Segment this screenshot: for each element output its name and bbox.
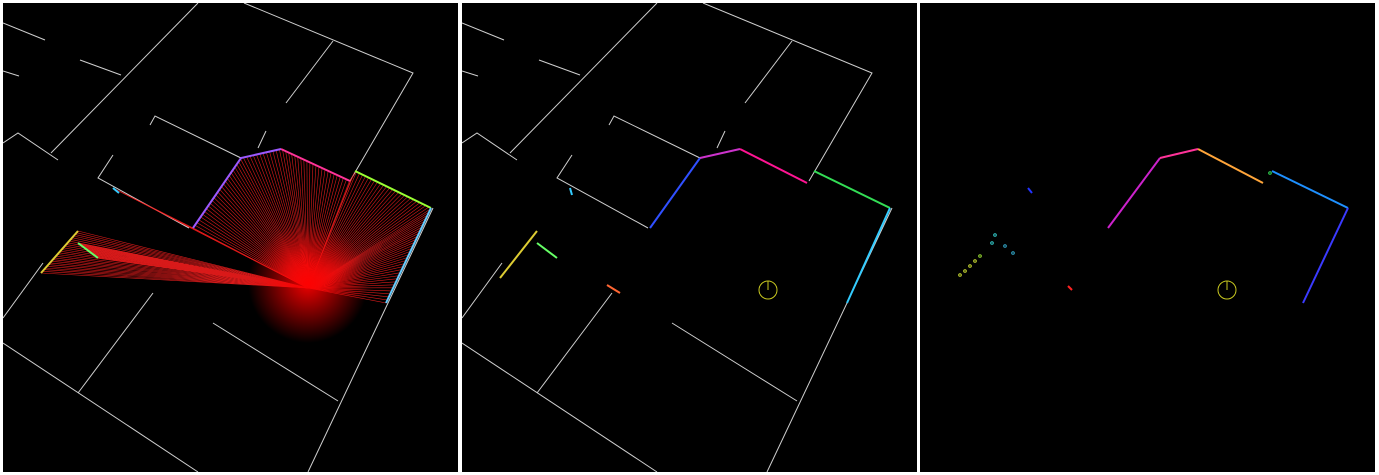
map-wall [3, 70, 20, 77]
map-wall [671, 322, 798, 402]
scan-point [990, 241, 994, 245]
map-wall [509, 3, 658, 154]
scan-point [1003, 244, 1007, 248]
scan-segments-map-panel [462, 3, 917, 472]
scan-segment [846, 207, 891, 304]
map-wall [257, 130, 267, 149]
scan-segment [606, 284, 621, 294]
scan-point [958, 273, 962, 277]
scan-point [973, 259, 977, 263]
robot-marker [758, 280, 778, 300]
scan-segment [649, 157, 701, 229]
scan-point [993, 233, 997, 237]
laser-rays [40, 149, 431, 304]
scan-rays-canvas [3, 3, 434, 472]
scan-segments [1027, 148, 1349, 304]
map-wall [243, 3, 414, 182]
scan-segment [699, 148, 741, 159]
scan-segments-only-panel [920, 3, 1375, 472]
ray-origin-glow [248, 223, 368, 343]
map-wall [716, 130, 726, 149]
scan-point [978, 254, 982, 258]
map-wall [608, 115, 701, 159]
scan-segment [1271, 170, 1349, 209]
map-wall [149, 115, 242, 159]
map-wall [702, 3, 873, 182]
scan-segment [536, 242, 558, 259]
scan-point [1268, 171, 1272, 175]
map-wall [3, 262, 44, 319]
map-wall [50, 3, 199, 154]
scan-point [963, 269, 967, 273]
scan-segment [569, 187, 573, 196]
map-wall [462, 262, 503, 319]
map-wall [536, 292, 613, 394]
map-wall [79, 59, 122, 76]
scan-segment [739, 148, 808, 184]
scan-segment [813, 170, 891, 209]
scan-segments-only-canvas [958, 148, 1349, 304]
scan-segment [1197, 148, 1264, 184]
map-wall [3, 132, 59, 161]
scan-point [1011, 251, 1015, 255]
scan-segments-map-canvas [462, 3, 893, 472]
scan-segment [1302, 207, 1349, 304]
map-wall [77, 292, 154, 394]
map-wall [766, 207, 893, 472]
map-wall [744, 40, 793, 104]
scan-segment [1027, 187, 1033, 194]
map-wall [285, 40, 334, 104]
map-wall [97, 154, 190, 229]
map-walls [462, 3, 893, 472]
scan-point [968, 264, 972, 268]
robot-marker [1217, 280, 1237, 300]
map-wall [462, 22, 505, 41]
scan-rays-panel [3, 3, 458, 472]
map-wall [462, 132, 518, 161]
scan-segment [1159, 148, 1199, 159]
scan-segment [1067, 285, 1073, 291]
scan-segment [499, 230, 538, 279]
scan-points [958, 171, 1272, 277]
scan-segments [499, 148, 891, 304]
map-wall [462, 70, 479, 77]
map-wall [3, 22, 46, 41]
scan-segment [1107, 157, 1161, 229]
map-wall [538, 59, 581, 76]
